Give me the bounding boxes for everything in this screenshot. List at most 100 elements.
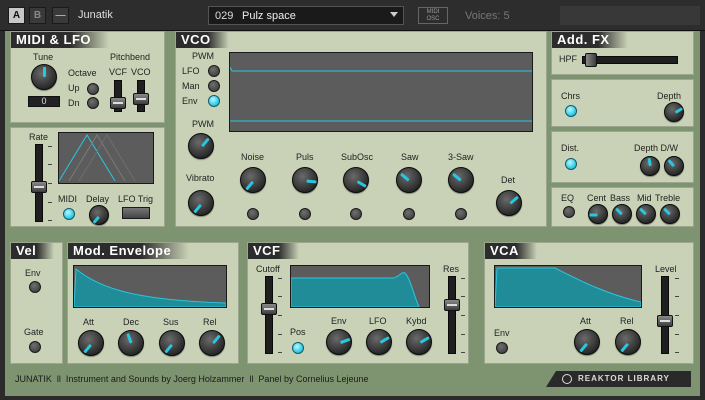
three-saw-switch[interactable] bbox=[455, 208, 467, 220]
pitchbend-vco-slider-handle[interactable] bbox=[133, 93, 149, 105]
eq-bass-knob[interactable] bbox=[612, 204, 632, 224]
vibrato-knob[interactable] bbox=[188, 190, 214, 216]
pitchbend-vco-slider[interactable] bbox=[133, 80, 149, 112]
vca-level-label: Level bbox=[655, 264, 677, 274]
saw-switch[interactable] bbox=[403, 208, 415, 220]
res-slider[interactable] bbox=[444, 276, 460, 354]
vcf-env-knob[interactable] bbox=[326, 329, 352, 355]
cutoff-slider-handle[interactable] bbox=[261, 303, 277, 315]
puls-label: Puls bbox=[296, 152, 314, 162]
tune-knob[interactable] bbox=[31, 64, 57, 90]
preset-selector[interactable]: 029 Pulz space bbox=[208, 6, 404, 25]
subosc-label: SubOsc bbox=[341, 152, 374, 162]
vel-env-button[interactable] bbox=[29, 281, 41, 293]
reaktor-library-logo: REAKTOR LIBRARY bbox=[546, 371, 691, 387]
mod-att-knob[interactable] bbox=[78, 330, 104, 356]
mod-rel-knob[interactable] bbox=[199, 330, 225, 356]
dist-depth-knob[interactable] bbox=[640, 156, 660, 176]
tab-minus[interactable]: — bbox=[52, 7, 69, 24]
eq-cent-knob[interactable] bbox=[588, 204, 608, 224]
vco-waveform bbox=[229, 66, 532, 122]
pwm-man-button[interactable] bbox=[208, 80, 220, 92]
rate-slider[interactable] bbox=[31, 144, 47, 222]
vca-att-knob[interactable] bbox=[574, 329, 600, 355]
rate-slider-handle[interactable] bbox=[31, 181, 47, 193]
res-slider-ticks bbox=[461, 278, 465, 354]
delay-knob[interactable] bbox=[89, 205, 109, 225]
vca-envelope-display bbox=[494, 265, 642, 308]
mod-rel-label: Rel bbox=[203, 317, 217, 327]
vcf-pos-button[interactable] bbox=[292, 342, 304, 354]
det-knob[interactable] bbox=[496, 190, 522, 216]
noise-knob[interactable] bbox=[240, 167, 266, 193]
vel-gate-button[interactable] bbox=[29, 341, 41, 353]
res-slider-handle[interactable] bbox=[444, 299, 460, 311]
midi-indicator-label: MIDI bbox=[426, 9, 440, 15]
vca-level-slider-handle[interactable] bbox=[657, 315, 673, 327]
octave-up-button[interactable] bbox=[87, 83, 99, 95]
vcf-response-display bbox=[290, 265, 430, 308]
chorus-depth-knob[interactable] bbox=[664, 102, 684, 122]
preset-number: 029 bbox=[215, 10, 234, 22]
eq-button[interactable] bbox=[563, 206, 575, 218]
subosc-switch[interactable] bbox=[350, 208, 362, 220]
subosc-knob[interactable] bbox=[343, 167, 369, 193]
lfo-midi-button[interactable] bbox=[63, 208, 75, 220]
pwm-knob[interactable] bbox=[188, 133, 214, 159]
eq-mid-knob[interactable] bbox=[636, 204, 656, 224]
pwm-env-button[interactable] bbox=[208, 95, 220, 107]
vca-level-slider[interactable] bbox=[657, 276, 673, 354]
pitchbend-vcf-slider-handle[interactable] bbox=[110, 97, 126, 109]
mod-dec-label: Dec bbox=[123, 317, 140, 327]
vca-rel-knob[interactable] bbox=[615, 329, 641, 355]
pitchbend-vcf-label: VCF bbox=[109, 67, 127, 77]
vel-env-label: Env bbox=[25, 268, 41, 278]
eq-treble-knob[interactable] bbox=[660, 204, 680, 224]
vco-title: VCO bbox=[176, 32, 229, 48]
octave-down-button[interactable] bbox=[87, 97, 99, 109]
distortion-button[interactable] bbox=[565, 158, 577, 170]
pitchbend-vcf-slider[interactable] bbox=[110, 80, 126, 112]
midi-lfo-panel: MIDI & LFO Tune 0 Octave Up Dn Pitchbend… bbox=[10, 31, 165, 123]
cutoff-slider[interactable] bbox=[261, 276, 277, 354]
vca-rel-label: Rel bbox=[620, 316, 634, 326]
saw-knob[interactable] bbox=[396, 167, 422, 193]
noise-switch[interactable] bbox=[247, 208, 259, 220]
res-label: Res bbox=[443, 264, 460, 274]
dist-dw-knob[interactable] bbox=[664, 156, 684, 176]
lfo-midi-label: MIDI bbox=[58, 194, 77, 204]
mod-dec-knob[interactable] bbox=[118, 330, 144, 356]
three-saw-knob[interactable] bbox=[448, 167, 474, 193]
puls-switch[interactable] bbox=[299, 208, 311, 220]
lfo-trig-button[interactable] bbox=[122, 207, 150, 219]
instrument-name: Junatik bbox=[78, 9, 113, 21]
dropdown-arrow-icon bbox=[390, 12, 398, 17]
lfo-panel: Rate MIDI Delay LFO Trig bbox=[10, 127, 165, 227]
vca-att-label: Att bbox=[580, 316, 592, 326]
vca-env-button[interactable] bbox=[496, 342, 508, 354]
det-label: Det bbox=[501, 175, 516, 185]
cutoff-label: Cutoff bbox=[256, 264, 280, 274]
vco-waveform-display bbox=[229, 52, 533, 132]
vcf-lfo-knob[interactable] bbox=[366, 329, 392, 355]
hpf-slider-handle[interactable] bbox=[585, 53, 597, 67]
chorus-button[interactable] bbox=[565, 105, 577, 117]
mod-sus-knob[interactable] bbox=[159, 330, 185, 356]
eq-panel: EQ Cent Bass Mid Treble bbox=[551, 187, 694, 227]
hpf-label: HPF bbox=[559, 54, 577, 64]
mod-sus-label: Sus bbox=[163, 317, 179, 327]
chorus-panel: Chrs Depth bbox=[551, 79, 694, 127]
hpf-slider[interactable] bbox=[582, 53, 678, 67]
midi-osc-indicator: MIDI OSC bbox=[418, 7, 448, 24]
rate-slider-ticks bbox=[48, 146, 52, 222]
dist-depth-dw-label: Depth D/W bbox=[634, 143, 679, 153]
tune-value[interactable]: 0 bbox=[28, 96, 60, 107]
lfo-waveform bbox=[58, 134, 136, 182]
vcf-kybd-knob[interactable] bbox=[406, 329, 432, 355]
pitchbend-label: Pitchbend bbox=[110, 52, 151, 62]
tab-b[interactable]: B bbox=[29, 7, 46, 24]
pwm-lfo-button[interactable] bbox=[208, 65, 220, 77]
puls-knob[interactable] bbox=[292, 167, 318, 193]
three-saw-label: 3-Saw bbox=[448, 152, 474, 162]
tab-a[interactable]: A bbox=[8, 7, 25, 24]
